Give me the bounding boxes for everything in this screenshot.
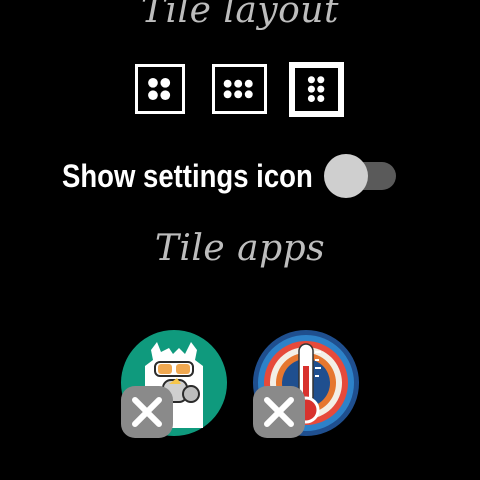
app-tile-gas-mask[interactable]	[121, 330, 227, 438]
remove-app-button[interactable]	[253, 386, 305, 438]
close-icon	[132, 397, 162, 427]
tile-apps-title: Tile apps	[154, 228, 326, 269]
show-settings-icon-row[interactable]: Show settings icon	[62, 152, 422, 202]
show-settings-icon-label: Show settings icon	[62, 158, 313, 194]
remove-app-button[interactable]	[121, 386, 173, 438]
layout-option-2x2[interactable]	[135, 64, 185, 114]
layout-option-3x2[interactable]	[289, 62, 344, 117]
app-tile-thermometer[interactable]	[253, 330, 359, 438]
four-dots-icon	[148, 78, 171, 100]
close-icon	[264, 397, 294, 427]
toggle-thumb[interactable]	[324, 154, 368, 198]
six-dots-vertical-icon	[307, 76, 325, 103]
six-dots-horizontal-icon	[223, 79, 253, 99]
layout-option-2x3[interactable]	[212, 64, 267, 114]
tile-layout-title: Tile layout	[141, 0, 339, 31]
